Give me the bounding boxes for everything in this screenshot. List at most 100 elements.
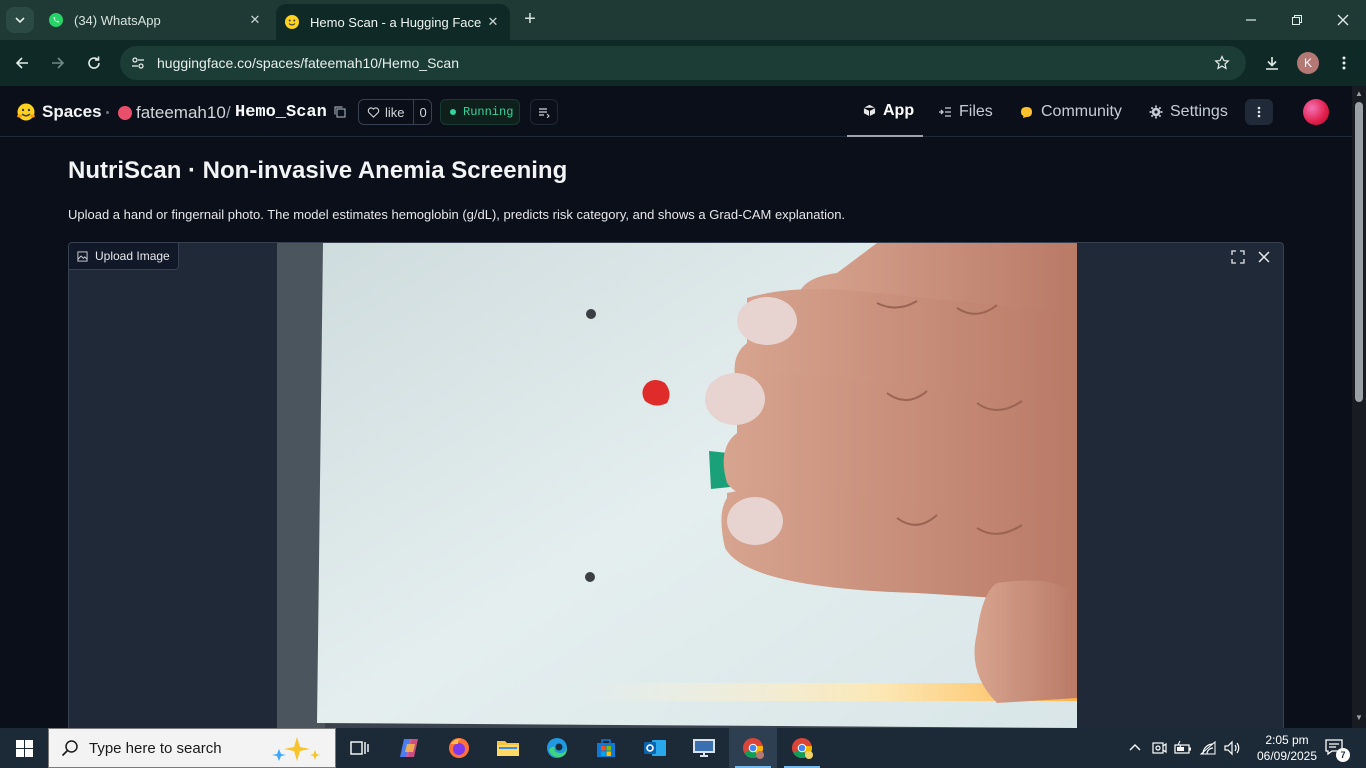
fullscreen-icon (1231, 250, 1245, 264)
close-icon[interactable]: ✕ (482, 11, 504, 33)
taskbar-search-input[interactable]: Type here to search (48, 728, 336, 768)
status-text: Running (463, 105, 514, 119)
minimize-button[interactable] (1228, 0, 1274, 40)
tab-files[interactable]: Files (938, 86, 993, 137)
browser-tab-bar: (34) WhatsApp ✕ Hemo Scan - a Hugging Fa… (0, 0, 1366, 40)
chrome-app-secondary[interactable] (778, 728, 826, 768)
tab-label: Files (959, 102, 993, 120)
wifi-icon[interactable] (1196, 728, 1220, 768)
outlook-icon (644, 740, 666, 756)
outlook-app[interactable] (631, 728, 679, 768)
tab-app[interactable]: App (847, 86, 923, 137)
copilot-app[interactable] (386, 728, 434, 768)
microsoft-store-app[interactable] (582, 728, 630, 768)
image-icon (77, 250, 88, 262)
spaces-link[interactable]: Spaces (42, 102, 102, 122)
firefox-app[interactable] (435, 728, 483, 768)
windows-taskbar: Type here to search 2:05 pm 06/09/2025 (0, 728, 1366, 768)
search-icon (61, 739, 79, 757)
scroll-up-icon[interactable]: ▲ (1355, 90, 1363, 98)
chrome-app-active[interactable] (729, 728, 777, 768)
heart-icon (367, 106, 380, 119)
tab-search-button[interactable] (6, 7, 34, 33)
whatsapp-icon (48, 12, 64, 28)
app-description: Upload a hand or fingernail photo. The m… (68, 207, 846, 222)
logs-button[interactable] (530, 99, 558, 125)
repo-name-link[interactable]: Hemo_Scan (235, 103, 327, 122)
tab-settings[interactable]: Settings (1149, 86, 1228, 137)
browser-menu-button[interactable] (1330, 49, 1358, 77)
clear-image-button[interactable] (1253, 246, 1275, 268)
kebab-menu-icon (1257, 106, 1261, 118)
task-view-icon (350, 741, 369, 755)
copy-icon[interactable] (333, 105, 347, 119)
tab-whatsapp[interactable]: (34) WhatsApp ✕ (40, 0, 272, 40)
owner-avatar[interactable] (118, 106, 132, 120)
remote-desktop-app[interactable] (680, 728, 728, 768)
chrome-icon (743, 738, 764, 759)
huggingface-icon (284, 14, 300, 30)
user-avatar[interactable] (1303, 99, 1329, 125)
tab-hemo-scan[interactable]: Hemo Scan - a Hugging Face Space ✕ (276, 4, 510, 40)
copilot-icon (400, 739, 418, 757)
file-explorer-app[interactable] (484, 728, 532, 768)
profile-avatar[interactable]: K (1297, 52, 1319, 74)
download-icon (1266, 57, 1278, 70)
chrome-icon (792, 738, 813, 759)
close-icon (1337, 14, 1349, 26)
tab-community[interactable]: Community (1019, 86, 1122, 137)
like-button[interactable]: like 0 (358, 99, 432, 125)
taskbar-clock[interactable]: 2:05 pm 06/09/2025 (1252, 732, 1322, 764)
folder-icon (497, 741, 519, 756)
like-count: 0 (412, 100, 433, 124)
status-badge[interactable]: Running (440, 99, 520, 125)
restore-button[interactable] (1274, 0, 1320, 40)
fullscreen-button[interactable] (1227, 246, 1249, 268)
arrow-left-icon (15, 57, 28, 69)
space-app: NutriScan · Non-invasive Anemia Screenin… (0, 137, 1352, 742)
huggingface-logo-icon[interactable] (16, 102, 36, 128)
volume-icon[interactable] (1220, 728, 1244, 768)
image-action-buttons (1227, 246, 1275, 268)
forward-button[interactable] (44, 49, 72, 77)
windows-logo-icon (15, 739, 33, 757)
community-icon (1019, 105, 1034, 119)
meet-now-icon[interactable] (1148, 728, 1170, 768)
close-window-button[interactable] (1320, 0, 1366, 40)
hf-header: Spaces fateemah10 / Hemo_Scan like 0 Run… (0, 86, 1352, 137)
reload-icon (88, 56, 100, 69)
page-scrollbar[interactable]: ▲ ▼ (1352, 86, 1366, 728)
scroll-down-icon[interactable]: ▼ (1355, 714, 1363, 722)
address-bar[interactable]: huggingface.co/spaces/fateemah10/Hemo_Sc… (120, 46, 1246, 80)
reload-button[interactable] (80, 49, 108, 77)
uploaded-hand-photo (277, 243, 1077, 741)
gear-icon (1149, 105, 1163, 119)
edge-app[interactable] (533, 728, 581, 768)
clock-time: 2:05 pm (1265, 733, 1309, 747)
separator-dot (106, 111, 109, 114)
tab-label: Community (1041, 102, 1122, 120)
clock-date: 06/09/2025 (1256, 749, 1318, 763)
kebab-menu-icon (1342, 56, 1346, 70)
close-icon[interactable]: ✕ (244, 9, 266, 31)
status-dot (450, 109, 456, 115)
owner-link[interactable]: fateemah10 (136, 103, 226, 123)
tab-label: App (883, 101, 915, 119)
scrollbar-thumb[interactable] (1355, 102, 1363, 402)
upload-image-label: Upload Image (69, 243, 179, 270)
image-upload-component[interactable]: Upload Image (68, 242, 1284, 742)
logs-icon (539, 108, 550, 118)
start-button[interactable] (0, 728, 48, 768)
battery-icon[interactable] (1172, 728, 1194, 768)
new-tab-button[interactable]: + (516, 8, 544, 32)
more-options-button[interactable] (1245, 99, 1273, 125)
bookmark-star-icon[interactable] (1212, 53, 1232, 73)
path-separator: / (226, 103, 231, 122)
downloads-button[interactable] (1258, 49, 1286, 77)
notification-count-badge: 7 (1336, 748, 1350, 762)
tab-title: Hemo Scan - a Hugging Face Space (310, 14, 482, 30)
site-info-icon[interactable] (128, 53, 148, 73)
task-view-button[interactable] (336, 728, 384, 768)
back-button[interactable] (8, 49, 36, 77)
show-hidden-icons-button[interactable] (1124, 728, 1146, 768)
